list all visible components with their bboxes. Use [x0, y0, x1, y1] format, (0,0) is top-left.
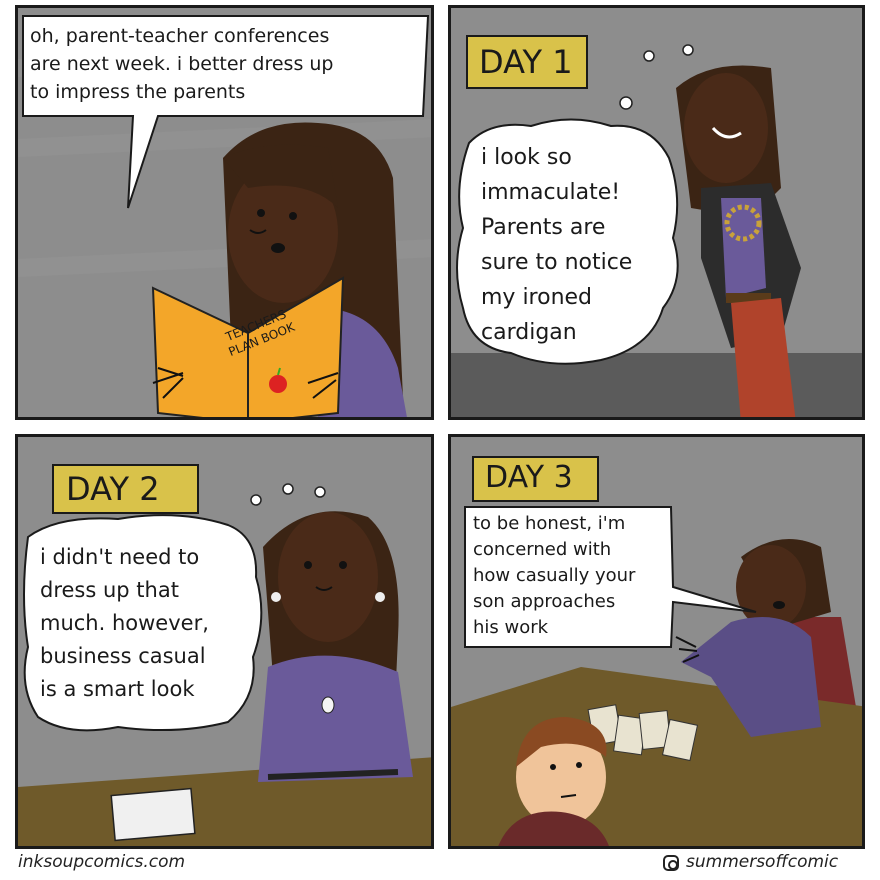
- speech-text-1: oh, parent-teacher conferences are next …: [30, 25, 334, 103]
- footer-right-credit[interactable]: summersoffcomic: [686, 852, 838, 872]
- day-3-caption: DAY 3: [485, 460, 573, 495]
- thought-text-1: i look so immaculate! Parents are sure t…: [481, 145, 633, 345]
- instagram-icon[interactable]: [663, 855, 679, 871]
- speech-text-2: to be honest, i'm concerned with how cas…: [473, 513, 636, 638]
- teacher-cardigan: [258, 655, 413, 782]
- day-1-caption: DAY 1: [479, 43, 573, 81]
- teacher-face: [278, 512, 378, 642]
- day-2-caption: DAY 2: [66, 470, 160, 508]
- thought-text-2: i didn't need to dress up that much. how…: [40, 545, 209, 701]
- footer-left-credit[interactable]: inksoupcomics.com: [18, 852, 185, 872]
- panel-4: DAY 3 to be honest, i'm concerned with h…: [448, 434, 865, 849]
- paper-stack: [110, 787, 196, 842]
- panel-3: DAY 2 i didn't need to dress up that muc…: [15, 434, 434, 849]
- teacher-face: [684, 73, 768, 183]
- panel-2: DAY 1 i look so immaculate! Parents are …: [448, 5, 865, 420]
- apple-icon: [269, 375, 287, 393]
- teacher-face: [736, 545, 806, 629]
- panel-4-art: [451, 437, 862, 846]
- panel-1: oh, parent-teacher conferences are next …: [15, 5, 434, 420]
